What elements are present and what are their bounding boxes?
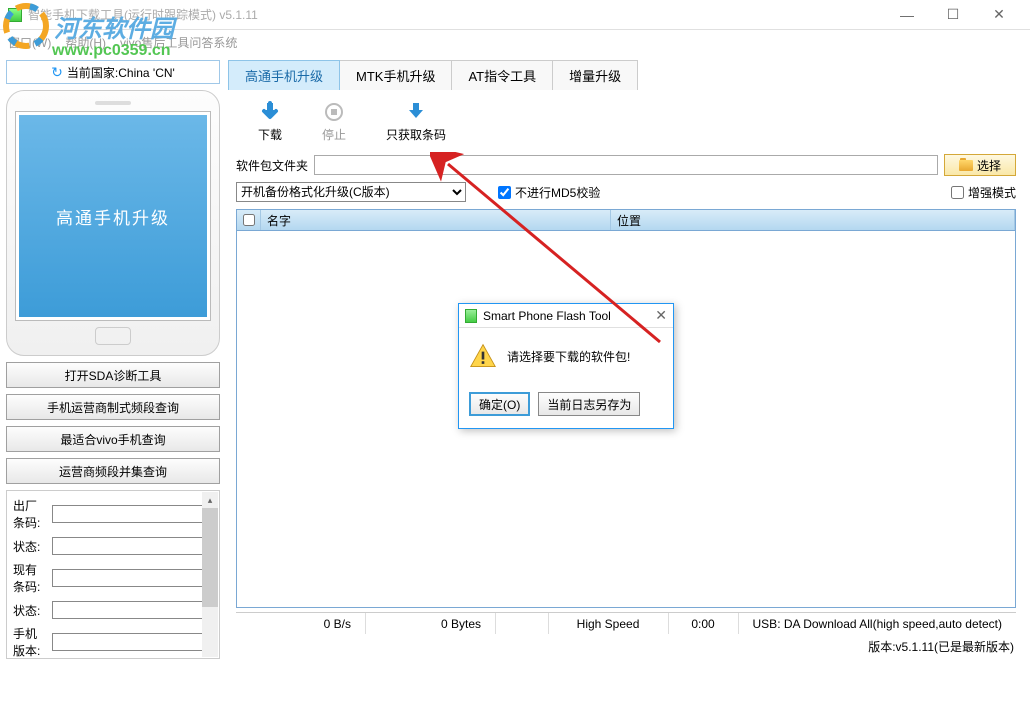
col-name[interactable]: 名字: [261, 210, 611, 230]
band-union-button[interactable]: 运营商频段并集查询: [6, 458, 220, 484]
download-icon: [258, 100, 282, 124]
menu-vivo[interactable]: vivo售后工具问答系统: [120, 34, 237, 51]
tab-qualcomm[interactable]: 高通手机升级: [228, 60, 340, 90]
app-icon: [8, 8, 22, 22]
status-mode: High Speed: [549, 613, 669, 634]
phone-screen-text: 高通手机升级: [19, 115, 207, 317]
select-all-checkbox[interactable]: [243, 214, 255, 226]
dialog-close-icon[interactable]: ✕: [655, 307, 667, 324]
status-mid: [496, 613, 549, 634]
status-bytes: 0 Bytes: [366, 613, 496, 634]
dialog-title: Smart Phone Flash Tool: [483, 309, 611, 323]
menu-bar: 窗口(W) 帮助(H) vivo售后工具问答系统: [0, 30, 1030, 54]
current-barcode-input[interactable]: [52, 569, 213, 587]
col-position[interactable]: 位置: [611, 210, 1015, 230]
refresh-icon: ↻: [51, 64, 63, 81]
info-panel: 出厂条码: 状态: 现有条码: 状态: 手机版本: ▴: [6, 490, 220, 659]
dialog-message: 请选择要下载的软件包!: [507, 348, 630, 365]
status-bar: 0 B/s 0 Bytes High Speed 0:00 USB: DA Do…: [236, 612, 1016, 634]
barcode-button[interactable]: 只获取条码: [386, 100, 446, 143]
carrier-band-button[interactable]: 手机运营商制式频段查询: [6, 394, 220, 420]
status-time: 0:00: [669, 613, 739, 634]
status1-label: 状态:: [13, 538, 48, 555]
folder-input[interactable]: [314, 155, 938, 175]
table-header: 名字 位置: [236, 209, 1016, 231]
status-usb: USB: DA Download All(high speed,auto det…: [739, 613, 1016, 634]
info-scrollbar[interactable]: ▴: [202, 492, 218, 657]
window-title: 智能手机下载工具(运行时跟踪模式) v5.1.11: [28, 6, 884, 23]
stop-button[interactable]: 停止: [322, 100, 346, 143]
warning-icon: [469, 342, 497, 370]
tabs: 高通手机升级 MTK手机升级 AT指令工具 增量升级: [228, 60, 1024, 90]
country-label: 当前国家:China 'CN': [67, 64, 175, 81]
status1-input[interactable]: [52, 537, 213, 555]
dialog-save-log-button[interactable]: 当前日志另存为: [538, 392, 640, 416]
version-label: 版本:v5.1.11(已是最新版本): [228, 634, 1024, 659]
menu-window[interactable]: 窗口(W): [8, 34, 51, 51]
stop-icon: [322, 100, 346, 124]
enhance-checkbox[interactable]: 增强模式: [951, 184, 1016, 201]
barcode-icon: [404, 100, 428, 124]
phone-version-label: 手机版本:: [13, 625, 48, 659]
vivo-query-button[interactable]: 最适合vivo手机查询: [6, 426, 220, 452]
status2-label: 状态:: [13, 602, 48, 619]
factory-barcode-input[interactable]: [52, 505, 213, 523]
status2-input[interactable]: [52, 601, 213, 619]
folder-icon: [959, 160, 973, 171]
phone-preview: 高通手机升级: [6, 90, 220, 356]
tab-mtk[interactable]: MTK手机升级: [339, 60, 452, 90]
tab-incremental[interactable]: 增量升级: [552, 60, 638, 90]
factory-barcode-label: 出厂条码:: [13, 497, 48, 531]
maximize-button[interactable]: ☐: [930, 0, 976, 30]
minimize-button[interactable]: —: [884, 0, 930, 30]
status-speed: 0 B/s: [236, 613, 366, 634]
sidebar: ↻ 当前国家:China 'CN' 高通手机升级 打开SDA诊断工具 手机运营商…: [6, 60, 220, 659]
select-folder-button[interactable]: 选择: [944, 154, 1016, 176]
md5-checkbox[interactable]: 不进行MD5校验: [498, 184, 600, 201]
mode-select[interactable]: 开机备份格式化升级(C版本): [236, 182, 466, 202]
dialog-app-icon: [465, 309, 477, 323]
alert-dialog: Smart Phone Flash Tool ✕ 请选择要下载的软件包! 确定(…: [458, 303, 674, 429]
tab-at[interactable]: AT指令工具: [451, 60, 553, 90]
country-box[interactable]: ↻ 当前国家:China 'CN': [6, 60, 220, 84]
toolbar: 下载 停止 只获取条码: [228, 90, 1024, 151]
phone-version-input[interactable]: [52, 633, 213, 651]
dialog-ok-button[interactable]: 确定(O): [469, 392, 530, 416]
download-button[interactable]: 下载: [258, 100, 282, 143]
folder-label: 软件包文件夹: [236, 157, 308, 174]
title-bar: 智能手机下载工具(运行时跟踪模式) v5.1.11 — ☐ ✕: [0, 0, 1030, 30]
menu-help[interactable]: 帮助(H): [65, 34, 106, 51]
sda-diag-button[interactable]: 打开SDA诊断工具: [6, 362, 220, 388]
current-barcode-label: 现有条码:: [13, 561, 48, 595]
close-button[interactable]: ✕: [976, 0, 1022, 30]
